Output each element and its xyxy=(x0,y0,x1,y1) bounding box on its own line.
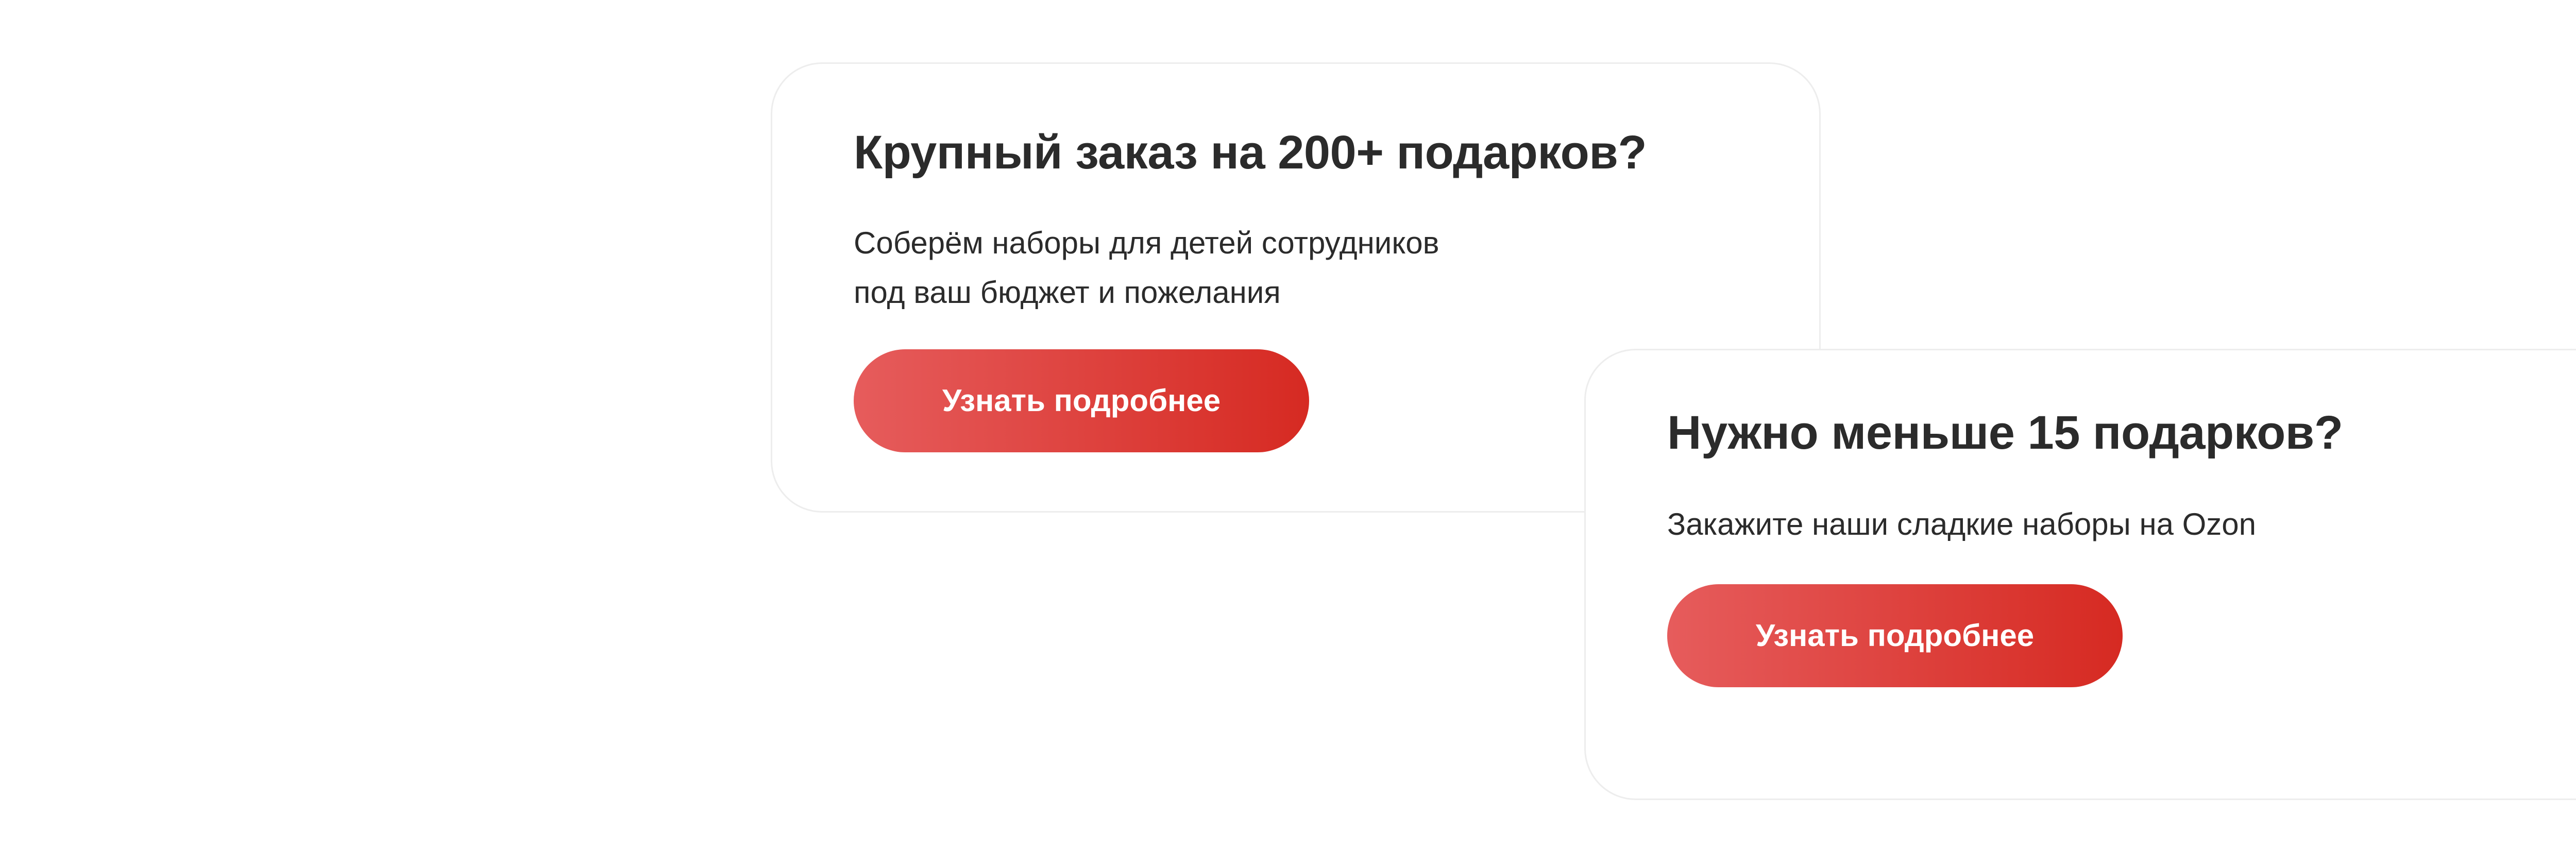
small-order-title: Нужно меньше 15 подарков? xyxy=(1667,406,2343,459)
bulk-order-description: Соберём наборы для детей сотрудников под… xyxy=(854,218,1439,317)
small-order-description: Закажите наши сладкие наборы на Ozon xyxy=(1667,500,2256,549)
bulk-order-title: Крупный заказ на 200+ подарков? xyxy=(854,126,1647,179)
bulk-order-description-line-2: под ваш бюджет и пожелания xyxy=(854,275,1281,310)
small-order-description-line-1: Закажите наши сладкие наборы на Ozon xyxy=(1667,507,2257,541)
small-order-card: Нужно меньше 15 подарков? Закажите наши … xyxy=(1584,349,2576,800)
small-order-learn-more-button[interactable]: Узнать подробнее xyxy=(1667,584,2123,687)
bulk-order-learn-more-button[interactable]: Узнать подробнее xyxy=(854,349,1309,452)
bulk-order-description-line-1: Соберём наборы для детей сотрудников xyxy=(854,226,1439,260)
